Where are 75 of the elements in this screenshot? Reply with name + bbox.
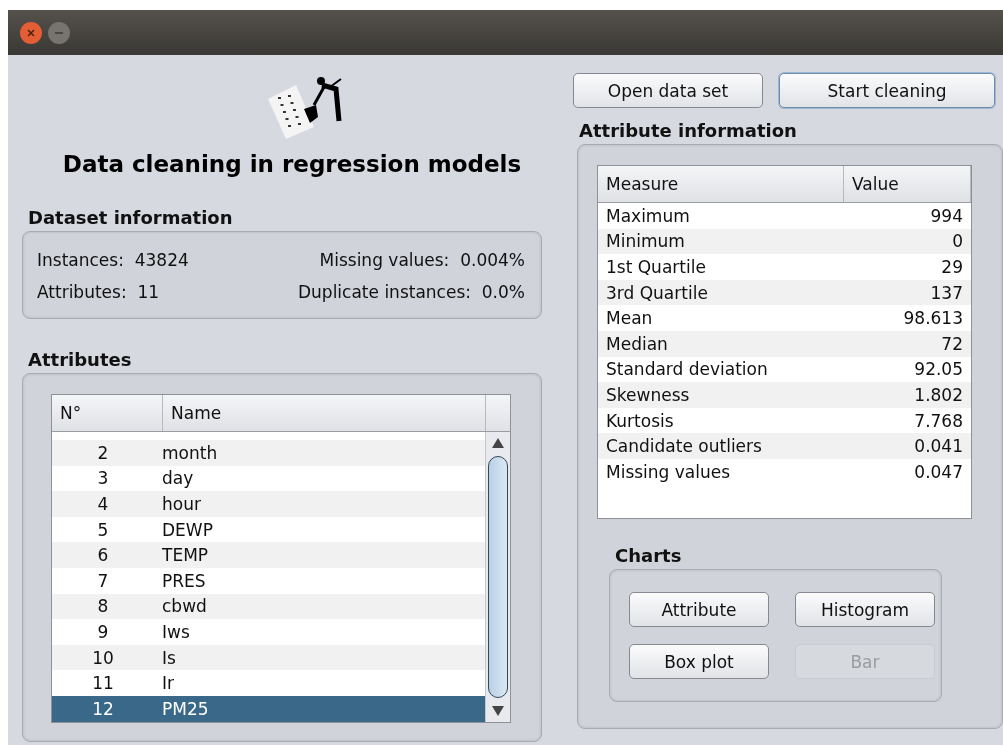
table-cell-text: 5 — [96, 519, 110, 540]
scroll-down-icon[interactable] — [492, 706, 504, 716]
table-cell-text: 0.041 — [913, 436, 964, 457]
table-cell-text: PRES — [161, 570, 207, 591]
table-cell-text: 92.05 — [913, 359, 964, 380]
close-button[interactable] — [20, 21, 42, 44]
table-row[interactable]: 6 TEMP — [52, 542, 485, 568]
column-header[interactable]: Value — [844, 166, 971, 202]
table-cell-text: 72 — [940, 333, 964, 354]
chart-button[interactable]: Attribute — [629, 592, 769, 627]
table-cell-text: Ir — [161, 673, 175, 694]
scrollbar[interactable] — [485, 432, 510, 722]
section-title: Dataset information — [28, 207, 234, 228]
info-text: Duplicate instances: 0.0% — [298, 282, 525, 302]
close-icon — [26, 27, 36, 38]
table-cell-text: Standard deviation — [605, 359, 769, 380]
table-row[interactable]: 10 Is — [52, 644, 485, 671]
table-cell-text: TEMP — [161, 545, 210, 566]
table-cell-text: hour — [161, 494, 202, 514]
table-cell-text: DEWP — [161, 519, 214, 540]
table-cell-text: Candidate outliers — [605, 436, 763, 457]
table-cell-text: PM25 — [161, 698, 210, 719]
table-cell-text: 9 — [96, 621, 110, 642]
table-cell-text: 0 — [951, 231, 964, 252]
table-cell-text: Kurtosis — [605, 410, 675, 431]
table-cell-text: 0.047 — [913, 461, 964, 482]
table-cell-text: 3 — [96, 468, 110, 489]
table-cell-text: 1.802 — [913, 384, 964, 405]
table-cell-text: 7 — [96, 570, 110, 591]
section-title: Charts — [615, 545, 683, 566]
table-cell-text: Is — [161, 647, 177, 668]
section-title: Attribute information — [579, 120, 798, 141]
table-cell-text: 994 — [929, 205, 964, 226]
minimize-icon — [54, 30, 64, 35]
table-cell-text: Maximum — [605, 205, 691, 226]
table-cell-text: 12 — [91, 698, 115, 719]
column-header[interactable]: N° — [52, 395, 163, 431]
toolbar-button[interactable]: Open data set — [573, 73, 763, 108]
table-cell-text: 137 — [929, 282, 964, 303]
app-title: Data cleaning in regression models — [61, 151, 523, 177]
table-cell-text: Minimum — [605, 231, 686, 252]
info-text: Missing values: 0.004% — [319, 250, 525, 270]
table-cell-text: 6 — [96, 545, 110, 566]
column-header[interactable]: Measure — [598, 166, 844, 202]
table-cell-text: Median — [605, 333, 669, 354]
table-cell-text: Iws — [161, 621, 191, 642]
table-cell-text: 10 — [91, 647, 115, 668]
table-cell-text: Skewness — [605, 384, 691, 405]
info-text: Instances: 43824 — [37, 250, 190, 270]
table-row[interactable]: 4 hour — [52, 491, 485, 517]
table-cell-text: 29 — [940, 257, 964, 277]
table-cell-text: 7.768 — [913, 410, 964, 431]
table-cell-text: Missing values — [605, 461, 732, 482]
table-cell-text: 3rd Quartile — [605, 282, 709, 303]
scroll-thumb[interactable] — [488, 456, 508, 698]
scroll-up-icon[interactable] — [492, 438, 504, 448]
table-cell-text: month — [161, 442, 219, 463]
table-cell-text: cbwd — [161, 596, 208, 617]
chart-button[interactable]: Box plot — [629, 644, 769, 679]
table-row[interactable]: 2 month — [52, 440, 485, 466]
toolbar-button[interactable]: Start cleaning — [779, 73, 995, 108]
table-row[interactable]: 8 cbwd — [52, 593, 485, 620]
section-title: Attributes — [28, 349, 133, 370]
table-cell-text: 98.613 — [902, 308, 964, 329]
column-header[interactable]: Name — [163, 395, 486, 431]
table-row[interactable]: 12 PM25 — [52, 695, 485, 722]
table-cell-text: Mean — [605, 308, 654, 329]
table-cell-text: day — [161, 468, 195, 489]
chart-button[interactable]: Histogram — [795, 592, 935, 627]
table-cell-text: 4 — [96, 494, 110, 514]
table-cell-text: 2 — [96, 442, 110, 463]
info-text: Attributes: 11 — [37, 282, 161, 302]
table-cell-text: 8 — [96, 596, 110, 617]
table-cell-text: 11 — [91, 673, 115, 694]
table-cell-text: 1st Quartile — [605, 257, 707, 277]
